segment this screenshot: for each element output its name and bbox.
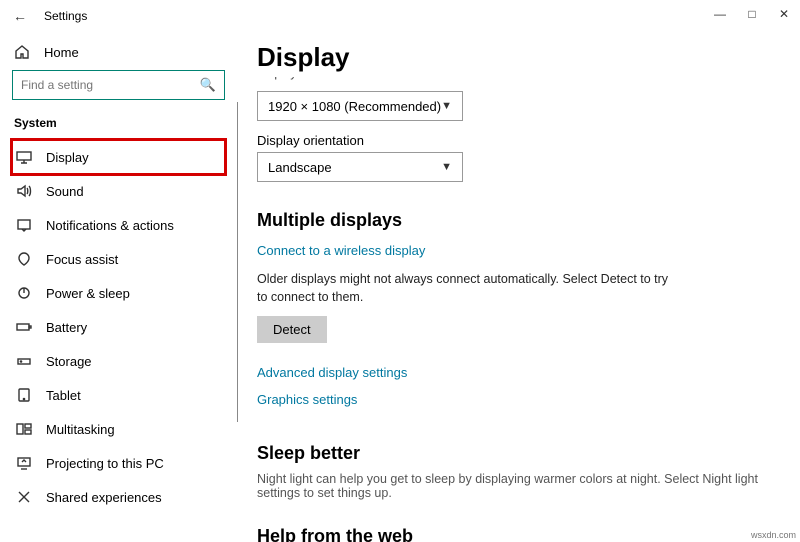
nav-label: Display — [46, 150, 89, 165]
search-input[interactable] — [21, 78, 200, 92]
resolution-dropdown[interactable]: 1920 × 1080 (Recommended) ▼ — [257, 91, 463, 121]
nav-label: Focus assist — [46, 252, 118, 267]
home-icon — [14, 44, 30, 60]
maximize-button[interactable]: □ — [736, 0, 768, 28]
page-title: Display — [257, 42, 780, 73]
orientation-value: Landscape — [268, 160, 332, 175]
window-title: Settings — [44, 9, 87, 23]
older-displays-text: Older displays might not always connect … — [257, 270, 677, 306]
help-heading: Help from the web — [257, 526, 780, 542]
sound-icon — [16, 183, 32, 199]
graphics-settings-link[interactable]: Graphics settings — [257, 392, 780, 407]
orientation-label: Display orientation — [257, 133, 780, 148]
content-pane: Display Display resolution 1920 × 1080 (… — [237, 32, 800, 542]
nav-list: Display Sound Notifications & actions Fo… — [12, 140, 225, 514]
nav-label: Power & sleep — [46, 286, 130, 301]
nav-item-shared-experiences[interactable]: Shared experiences — [12, 480, 225, 514]
connect-wireless-link[interactable]: Connect to a wireless display — [257, 243, 780, 258]
multiple-displays-heading: Multiple displays — [257, 210, 780, 231]
nav-label: Projecting to this PC — [46, 456, 164, 471]
search-box[interactable]: 🔍 — [12, 70, 225, 100]
nav-item-tablet[interactable]: Tablet — [12, 378, 225, 412]
nav-item-focus-assist[interactable]: Focus assist — [12, 242, 225, 276]
sleep-better-desc: Night light can help you get to sleep by… — [257, 472, 780, 500]
notifications-icon — [16, 217, 32, 233]
nav-item-notifications[interactable]: Notifications & actions — [12, 208, 225, 242]
nav-item-battery[interactable]: Battery — [12, 310, 225, 344]
projecting-icon — [16, 455, 32, 471]
section-header: System — [14, 116, 225, 130]
home-label: Home — [44, 45, 79, 60]
nav-item-storage[interactable]: Storage — [12, 344, 225, 378]
nav-label: Multitasking — [46, 422, 115, 437]
nav-item-multitasking[interactable]: Multitasking — [12, 412, 225, 446]
storage-icon — [16, 353, 32, 369]
nav-label: Storage — [46, 354, 92, 369]
search-icon: 🔍 — [200, 77, 216, 93]
nav-label: Sound — [46, 184, 84, 199]
nav-item-display[interactable]: Display — [12, 140, 225, 174]
resolution-label: Display resolution — [257, 77, 780, 87]
tablet-icon — [16, 387, 32, 403]
advanced-display-link[interactable]: Advanced display settings — [257, 365, 780, 380]
focus-assist-icon — [16, 251, 32, 267]
back-button[interactable]: ← — [8, 8, 32, 24]
nav-item-power-sleep[interactable]: Power & sleep — [12, 276, 225, 310]
display-icon — [16, 149, 32, 165]
shared-icon — [16, 489, 32, 505]
minimize-button[interactable]: ― — [704, 0, 736, 28]
chevron-down-icon: ▼ — [441, 100, 452, 112]
nav-item-sound[interactable]: Sound — [12, 174, 225, 208]
home-nav[interactable]: Home — [12, 38, 225, 70]
battery-icon — [16, 319, 32, 335]
multitasking-icon — [16, 421, 32, 437]
sleep-better-heading: Sleep better — [257, 443, 780, 464]
nav-label: Notifications & actions — [46, 218, 174, 233]
nav-label: Battery — [46, 320, 87, 335]
detect-button[interactable]: Detect — [257, 316, 327, 343]
nav-label: Tablet — [46, 388, 81, 403]
close-button[interactable]: ✕ — [768, 0, 800, 28]
sidebar: Home 🔍 System Display Sound Notification… — [0, 32, 237, 542]
chevron-down-icon: ▼ — [441, 161, 452, 173]
power-icon — [16, 285, 32, 301]
nav-item-projecting[interactable]: Projecting to this PC — [12, 446, 225, 480]
watermark: wsxdn.com — [751, 530, 796, 540]
nav-label: Shared experiences — [46, 490, 162, 505]
resolution-value: 1920 × 1080 (Recommended) — [268, 99, 441, 114]
orientation-dropdown[interactable]: Landscape ▼ — [257, 152, 463, 182]
